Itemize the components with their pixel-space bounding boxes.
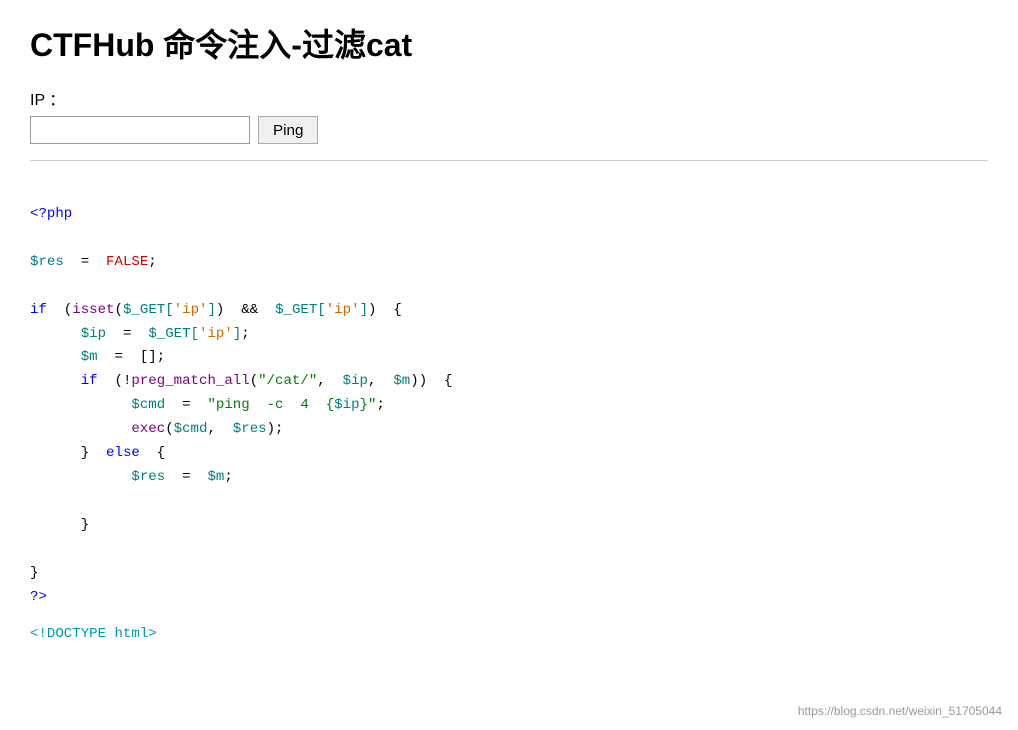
cmd-string: "ping -c 4 {$ip}": [207, 397, 376, 413]
doctype-tag: <!DOCTYPE html>: [30, 626, 157, 642]
var-cmd: $cmd: [131, 397, 165, 413]
divider: [30, 160, 988, 161]
var-res: $res: [30, 254, 64, 270]
var-res-2: $res: [131, 469, 165, 485]
preg-func: preg_match_all: [131, 373, 249, 389]
ping-button[interactable]: Ping: [258, 116, 318, 144]
if-keyword-2: if: [81, 373, 98, 389]
isset-func: isset: [72, 302, 114, 318]
res-arg: $res: [233, 421, 267, 437]
exec-func: exec: [131, 421, 165, 437]
code-display: <?php $res = FALSE; if (isset($_GET['ip'…: [30, 179, 988, 610]
else-keyword: else: [106, 445, 140, 461]
false-keyword: FALSE: [106, 254, 148, 270]
get-ip-2: $_GET['ip']: [275, 302, 368, 318]
ip-form-row: Ping: [30, 116, 988, 144]
ip-input[interactable]: [30, 116, 250, 144]
doctype-line: <!DOCTYPE html>: [30, 626, 988, 642]
get-ip-3: $_GET['ip']: [148, 326, 241, 342]
cmd-arg: $cmd: [174, 421, 208, 437]
ip-label: IP ：: [30, 86, 988, 110]
var-ip: $ip: [81, 326, 106, 342]
var-ip-2: $ip: [343, 373, 368, 389]
get-ip-1: $_GET['ip']: [123, 302, 216, 318]
if-keyword: if: [30, 302, 47, 318]
regex-string: "/cat/": [258, 373, 317, 389]
watermark: https://blog.csdn.net/weixin_51705044: [798, 704, 1002, 718]
var-m-2: $m: [393, 373, 410, 389]
php-open-tag: <?php: [30, 206, 72, 222]
var-m: $m: [81, 349, 98, 365]
page-title: CTFHub 命令注入-过滤cat: [30, 20, 988, 66]
var-m-3: $m: [207, 469, 224, 485]
php-close-tag: ?>: [30, 589, 47, 605]
